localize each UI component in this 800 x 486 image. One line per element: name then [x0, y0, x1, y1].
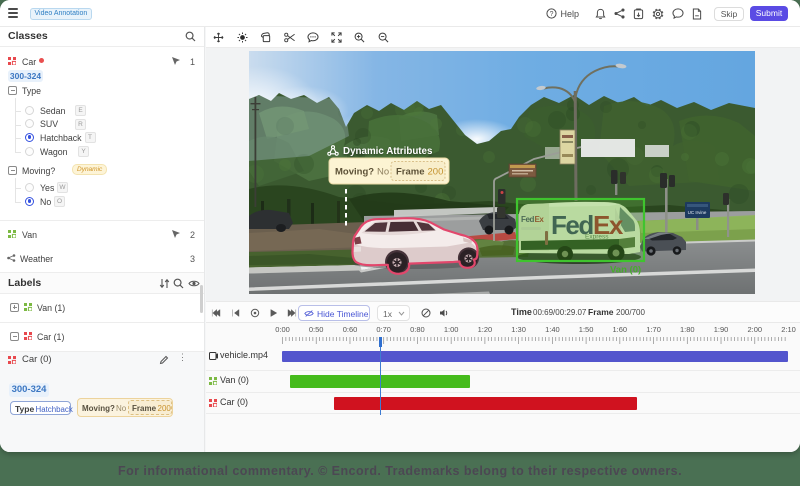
- svg-text:Moving?: Moving?: [335, 167, 374, 178]
- svg-text:No: No: [377, 167, 389, 178]
- svg-text:Frame: Frame: [396, 167, 425, 178]
- svg-text:200: 200: [428, 167, 444, 178]
- svg-text:UC Irvine: UC Irvine: [688, 210, 707, 215]
- svg-text:Dynamic Attributes: Dynamic Attributes: [343, 146, 433, 157]
- svg-text:?: ?: [550, 11, 554, 18]
- svg-text:Van (0): Van (0): [610, 265, 641, 276]
